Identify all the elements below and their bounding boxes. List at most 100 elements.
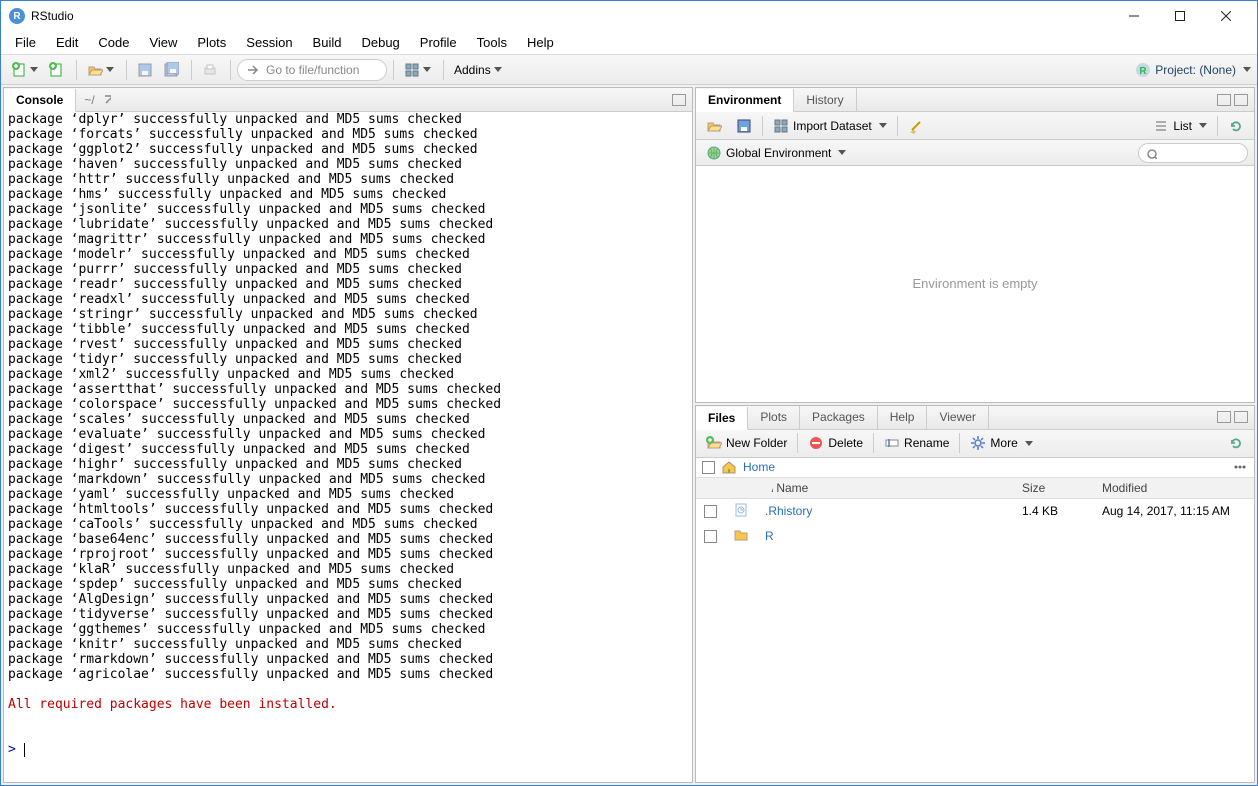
new-project-button[interactable] bbox=[44, 59, 68, 81]
menu-build[interactable]: Build bbox=[303, 32, 352, 53]
console-line: package ‘rvest’ successfully unpacked an… bbox=[8, 337, 688, 352]
project-selector[interactable]: Project: (None) bbox=[1135, 62, 1251, 78]
console-tabs: Console ~/ bbox=[4, 88, 692, 112]
import-dataset-button[interactable]: Import Dataset bbox=[769, 115, 891, 137]
menu-debug[interactable]: Debug bbox=[351, 32, 409, 53]
view-mode-button[interactable]: List bbox=[1149, 115, 1211, 137]
refresh-env-button[interactable] bbox=[1224, 115, 1248, 137]
tab-plots[interactable]: Plots bbox=[748, 406, 800, 429]
main-toolbar: Go to file/function Addins Project: (Non… bbox=[1, 55, 1257, 85]
tab-packages[interactable]: Packages bbox=[800, 406, 878, 429]
tab-environment[interactable]: Environment bbox=[696, 89, 794, 112]
tab-console[interactable]: Console bbox=[4, 89, 76, 112]
tab-history[interactable]: History bbox=[794, 88, 856, 111]
tab-help[interactable]: Help bbox=[878, 406, 928, 429]
window-title: RStudio bbox=[31, 9, 1111, 23]
more-path-icon[interactable] bbox=[1232, 459, 1248, 475]
console-line: package ‘agricolae’ successfully unpacke… bbox=[8, 667, 688, 682]
table-row[interactable]: .Rhistory 1.4 KBAug 14, 2017, 11:15 AM bbox=[696, 498, 1254, 524]
console-line: package ‘rprojroot’ successfully unpacke… bbox=[8, 547, 688, 562]
menu-edit[interactable]: Edit bbox=[46, 32, 88, 53]
console-line: package ‘evaluate’ successfully unpacked… bbox=[8, 427, 688, 442]
pane-maximize-icon[interactable] bbox=[1234, 411, 1248, 423]
history-file-icon bbox=[733, 502, 749, 518]
console-line: package ‘knitr’ successfully unpacked an… bbox=[8, 637, 688, 652]
menu-profile[interactable]: Profile bbox=[410, 32, 467, 53]
console-line: package ‘haven’ successfully unpacked an… bbox=[8, 157, 688, 172]
console-line: package ‘assertthat’ successfully unpack… bbox=[8, 382, 688, 397]
new-file-button[interactable] bbox=[7, 59, 42, 81]
console-line: package ‘AlgDesign’ successfully unpacke… bbox=[8, 592, 688, 607]
popout-icon[interactable] bbox=[99, 94, 111, 106]
clear-workspace-button[interactable] bbox=[904, 115, 928, 137]
console-line: package ‘httr’ successfully unpacked and… bbox=[8, 172, 688, 187]
menu-view[interactable]: View bbox=[139, 32, 187, 53]
console-line: package ‘jsonlite’ successfully unpacked… bbox=[8, 202, 688, 217]
console-output[interactable]: package ‘dplyr’ successfully unpacked an… bbox=[4, 112, 692, 782]
pane-minimize-icon[interactable] bbox=[1217, 411, 1231, 423]
rename-button[interactable]: Rename bbox=[880, 432, 953, 454]
file-size: 1.4 KB bbox=[1014, 498, 1094, 524]
environment-search-input[interactable] bbox=[1138, 143, 1248, 163]
tab-files[interactable]: Files bbox=[696, 407, 748, 430]
new-folder-button[interactable]: New Folder bbox=[702, 432, 791, 454]
console-line: package ‘caTools’ successfully unpacked … bbox=[8, 517, 688, 532]
save-workspace-button[interactable] bbox=[732, 115, 756, 137]
console-line: package ‘lubridate’ successfully unpacke… bbox=[8, 217, 688, 232]
menu-help[interactable]: Help bbox=[517, 32, 564, 53]
col-name[interactable]: Name bbox=[757, 478, 1014, 499]
menu-tools[interactable]: Tools bbox=[467, 32, 517, 53]
files-table: Name Size Modified .Rhistory 1.4 KBAug 14… bbox=[696, 478, 1254, 782]
sort-asc-icon bbox=[765, 484, 773, 492]
environment-toolbar: Import Dataset List bbox=[696, 112, 1254, 140]
console-line: package ‘magrittr’ successfully unpacked… bbox=[8, 232, 688, 247]
pane-maximize-icon[interactable] bbox=[1234, 94, 1248, 106]
print-button[interactable] bbox=[198, 59, 222, 81]
pane-maximize-icon[interactable] bbox=[672, 94, 686, 106]
breadcrumb-home[interactable]: Home bbox=[743, 460, 775, 474]
addins-button[interactable]: Addins bbox=[450, 59, 506, 81]
console-line: package ‘spdep’ successfully unpacked an… bbox=[8, 577, 688, 592]
save-all-button[interactable] bbox=[159, 59, 183, 81]
console-line: package ‘forcats’ successfully unpacked … bbox=[8, 127, 688, 142]
file-modified: Aug 14, 2017, 11:15 AM bbox=[1094, 498, 1254, 524]
title-bar: R RStudio bbox=[1, 1, 1257, 31]
menu-code[interactable]: Code bbox=[88, 32, 139, 53]
save-button[interactable] bbox=[133, 59, 157, 81]
maximize-button[interactable] bbox=[1157, 1, 1203, 31]
menu-session[interactable]: Session bbox=[236, 32, 302, 53]
load-workspace-button[interactable] bbox=[702, 115, 726, 137]
row-checkbox[interactable] bbox=[704, 505, 717, 518]
open-file-button[interactable] bbox=[83, 59, 118, 81]
environment-tabs: EnvironmentHistory bbox=[696, 88, 1254, 112]
tab-viewer[interactable]: Viewer bbox=[927, 406, 988, 429]
more-button[interactable]: More bbox=[966, 432, 1036, 454]
console-line: package ‘yaml’ successfully unpacked and… bbox=[8, 487, 688, 502]
refresh-files-button[interactable] bbox=[1224, 432, 1248, 454]
close-button[interactable] bbox=[1203, 1, 1249, 31]
console-line: package ‘tidyr’ successfully unpacked an… bbox=[8, 352, 688, 367]
console-line: package ‘hms’ successfully unpacked and … bbox=[8, 187, 688, 202]
home-icon[interactable] bbox=[721, 459, 737, 475]
pane-minimize-icon[interactable] bbox=[1217, 94, 1231, 106]
environment-scope-selector[interactable]: Global Environment bbox=[702, 142, 850, 164]
select-all-checkbox[interactable] bbox=[702, 461, 715, 474]
console-prompt[interactable]: > bbox=[8, 742, 25, 757]
console-line: package ‘rmarkdown’ successfully unpacke… bbox=[8, 652, 688, 667]
console-line: package ‘readxl’ successfully unpacked a… bbox=[8, 292, 688, 307]
console-line: package ‘htmltools’ successfully unpacke… bbox=[8, 502, 688, 517]
menu-file[interactable]: File bbox=[5, 32, 46, 53]
search-icon bbox=[1145, 147, 1157, 159]
delete-button[interactable]: Delete bbox=[804, 432, 867, 454]
row-checkbox[interactable] bbox=[704, 530, 717, 543]
file-name[interactable]: .Rhistory bbox=[765, 504, 812, 518]
pane-layout-button[interactable] bbox=[400, 59, 435, 81]
goto-icon bbox=[246, 62, 262, 78]
col-size[interactable]: Size bbox=[1014, 478, 1094, 499]
menu-plots[interactable]: Plots bbox=[187, 32, 236, 53]
col-modified[interactable]: Modified bbox=[1094, 478, 1254, 499]
table-row[interactable]: R bbox=[696, 524, 1254, 549]
minimize-button[interactable] bbox=[1111, 1, 1157, 31]
goto-file-function-input[interactable]: Go to file/function bbox=[237, 59, 387, 81]
file-name[interactable]: R bbox=[765, 529, 774, 543]
